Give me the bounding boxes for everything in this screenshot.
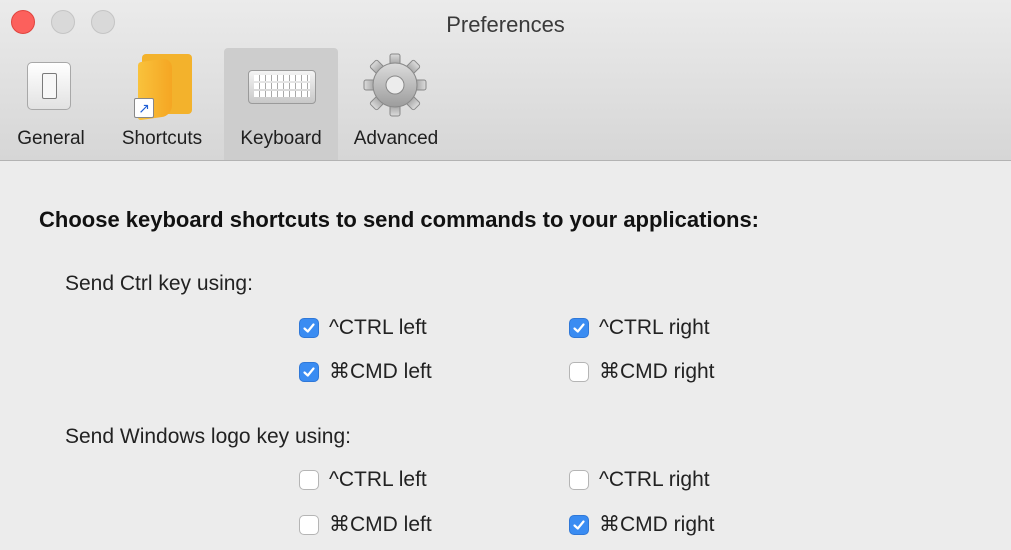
checkbox-box[interactable] — [299, 361, 319, 382]
checkbox-ctrl-ctrl-left[interactable]: ^CTRL left — [299, 316, 427, 340]
checkbox-box[interactable] — [569, 514, 589, 535]
checkmark-icon — [303, 366, 315, 377]
checkbox-box[interactable] — [569, 470, 589, 490]
light-switch-icon — [27, 62, 71, 110]
tab-general[interactable]: General — [0, 48, 102, 160]
group-label-windows: Send Windows logo key using: — [65, 425, 351, 448]
checkbox-label: ^CTRL left — [329, 316, 427, 339]
checkbox-box[interactable] — [569, 361, 589, 382]
checkbox-ctrl-cmd-right[interactable]: ⌘CMD right — [569, 359, 715, 384]
checkbox-box[interactable] — [569, 318, 589, 338]
tab-shortcuts-label: Shortcuts — [121, 128, 203, 149]
checkbox-box[interactable] — [299, 318, 319, 338]
checkbox-win-cmd-right[interactable]: ⌘CMD right — [569, 512, 715, 537]
checkbox-ctrl-cmd-left[interactable]: ⌘CMD left — [299, 359, 432, 384]
tab-keyboard[interactable]: Keyboard — [224, 48, 338, 160]
toolbar: Preferences General ↗ Shortcuts Keyboard — [0, 0, 1011, 161]
checkbox-label: ^CTRL left — [329, 468, 427, 491]
checkbox-win-ctrl-left[interactable]: ^CTRL left — [299, 468, 427, 492]
alias-arrow-icon: ↗ — [134, 98, 154, 118]
checkmark-icon — [573, 519, 585, 530]
checkbox-box[interactable] — [299, 514, 319, 535]
page-heading: Choose keyboard shortcuts to send comman… — [39, 207, 760, 232]
tab-general-label: General — [17, 128, 85, 149]
checkbox-box[interactable] — [299, 470, 319, 490]
tab-shortcuts[interactable]: ↗ Shortcuts — [104, 48, 220, 160]
checkbox-label: ^CTRL right — [599, 316, 710, 339]
window-title: Preferences — [446, 12, 565, 37]
keyboard-icon — [248, 70, 316, 104]
tab-keyboard-label: Keyboard — [240, 128, 322, 149]
checkbox-label: ⌘CMD left — [329, 513, 432, 536]
checkbox-label: ^CTRL right — [599, 468, 710, 491]
checkbox-win-ctrl-right[interactable]: ^CTRL right — [569, 468, 710, 492]
checkmark-icon — [573, 323, 585, 333]
tab-advanced[interactable]: Advanced — [340, 48, 452, 160]
checkbox-label: ⌘CMD right — [599, 513, 715, 536]
checkbox-label: ⌘CMD right — [599, 360, 715, 383]
gear-icon — [363, 53, 427, 117]
checkbox-label: ⌘CMD left — [329, 360, 432, 383]
checkbox-ctrl-ctrl-right[interactable]: ^CTRL right — [569, 316, 710, 340]
tab-advanced-label: Advanced — [353, 128, 439, 149]
group-label-ctrl: Send Ctrl key using: — [65, 272, 253, 295]
checkbox-win-cmd-left[interactable]: ⌘CMD left — [299, 512, 432, 537]
checkmark-icon — [303, 323, 315, 333]
